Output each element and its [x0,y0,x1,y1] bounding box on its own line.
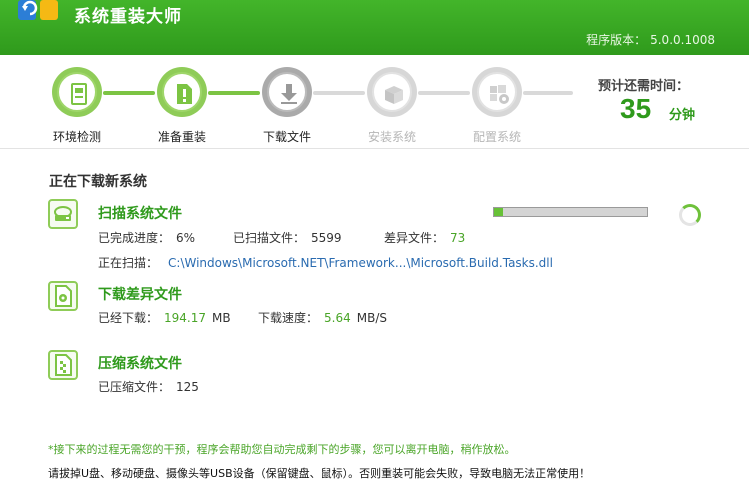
scanning-label: 正在扫描： [98,256,159,270]
scan-progress-info: 已完成进度： 6% [98,229,195,246]
compressed-value: 125 [176,380,199,394]
step-label: 准备重装 [157,130,206,144]
diff-value: 73 [450,231,466,245]
step-connector [418,91,470,95]
task-scan-title: 扫描系统文件 [98,206,182,222]
section-title: 正在下载新系统 [49,174,147,190]
eta-label: 预计还需时间： [598,79,690,94]
version-info: 程序版本： 5.0.0.1008 [586,31,715,48]
step-connector [103,91,155,95]
usb-warning-text: 请拔掉U盘、移动硬盘、摄像头等USB设备（保留键盘、鼠标）。否则重装可能会失败，… [48,467,591,480]
scan-progress-fill [494,208,504,216]
scan-disk-icon [48,199,78,229]
diff-label: 差异文件： [384,231,445,245]
speed-value: 5.64 [324,311,351,325]
version-label: 程序版本： [586,33,647,47]
step-label: 下载文件 [262,130,311,144]
diff-files-info: 差异文件： 73 [384,229,465,246]
step-download-files [262,67,312,117]
scanned-value: 5599 [311,231,342,245]
compressed-info: 已压缩文件： 125 [98,378,199,395]
downloaded-unit: MB [212,311,231,325]
step-indicator: 环境检测 准备重装 下载文件 安装系统 配置系统 预计还需时间： 35 分钟 [0,55,749,149]
download-diff-icon [48,281,78,311]
download-icon [281,84,297,104]
task-download-title: 下载差异文件 [98,287,182,303]
step-label: 环境检测 [52,130,101,144]
eta-minutes: 35 [620,93,652,124]
progress-value: 6% [176,231,196,245]
title-bar: 系统重装大师 程序版本： 5.0.0.1008 [0,0,749,55]
step-configure-system [472,67,522,117]
compress-file-icon [48,350,78,380]
version-number: 5.0.0.1008 [650,33,715,47]
step-label: 安装系统 [367,130,416,144]
scanned-label: 已扫描文件： [233,231,306,245]
speed-unit: MB/S [356,311,387,325]
document-alert-icon [177,84,192,104]
monitor-check-icon [71,83,87,105]
scanning-path-info: 正在扫描： C:\Windows\Microsoft.NET\Framework.… [98,254,553,271]
downloaded-label: 已经下载： [98,311,159,325]
loading-spinner-icon [679,204,701,226]
scanned-files-info: 已扫描文件： 5599 [233,229,342,246]
scan-progress-bar [493,207,648,217]
app-title: 系统重装大师 [74,7,182,27]
step-connector [523,91,573,95]
windows-gear-icon [490,85,509,104]
downloaded-value: 194.17 [164,311,207,325]
scanning-path: C:\Windows\Microsoft.NET\Framework...\Mi… [168,256,553,270]
download-speed-info: 下载速度： 5.64 MB/S [258,309,387,326]
notice-text: *接下来的过程无需您的干预，程序会帮助您自动完成剩下的步骤，您可以离开电脑，稍作… [48,443,516,456]
step-prepare-reinstall [157,67,207,117]
step-connector [313,91,365,95]
speed-label: 下载速度： [258,311,319,325]
step-install-system [367,67,417,117]
step-label: 配置系统 [472,130,521,144]
app-logo-icon [18,0,58,20]
step-environment-check [52,67,102,117]
eta-unit: 分钟 [669,108,696,123]
step-connector [208,91,260,95]
downloaded-info: 已经下载： 194.17 MB [98,309,231,326]
task-compress-title: 压缩系统文件 [98,356,182,372]
compressed-label: 已压缩文件： [98,380,171,394]
install-box-icon [385,86,403,104]
progress-label: 已完成进度： [98,231,171,245]
